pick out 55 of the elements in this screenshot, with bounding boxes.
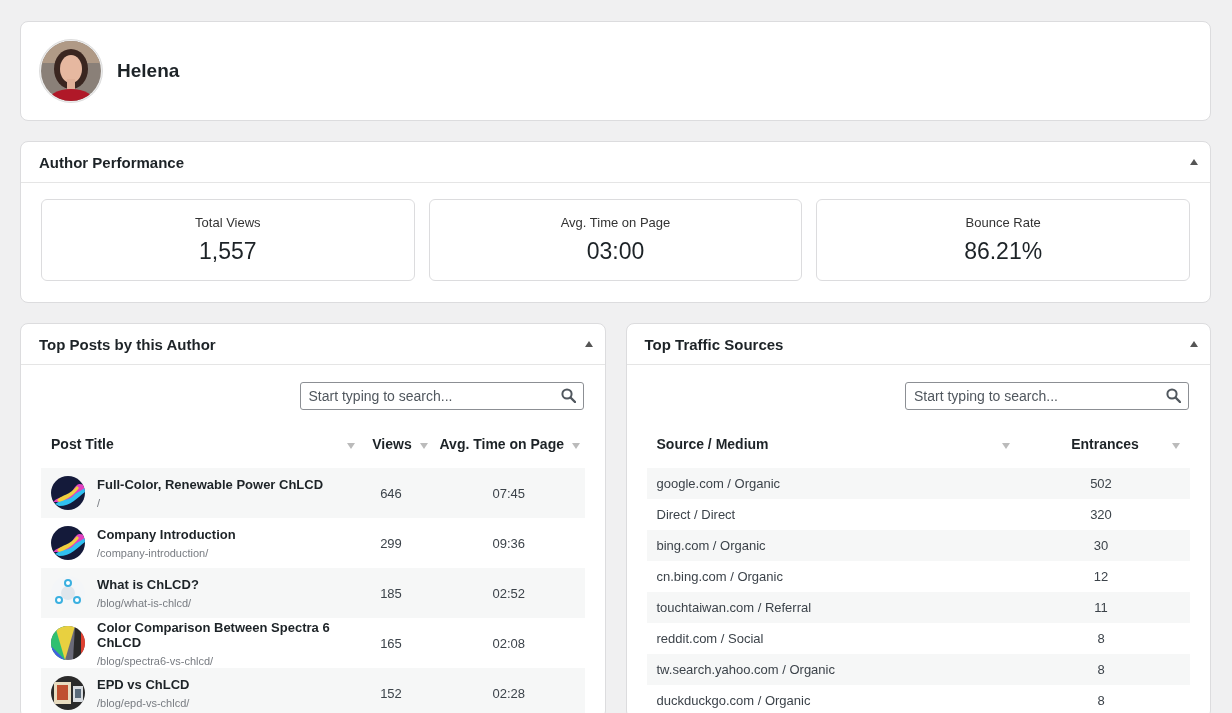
table-cell-text: tw.search.yahoo.com / Organic (655, 662, 836, 677)
table-cell-text: google.com / Organic (655, 476, 782, 491)
stat-value: 1,557 (199, 238, 257, 265)
post-path: /company-introduction/ (97, 547, 210, 559)
post-title[interactable]: What is ChLCD? (97, 577, 199, 592)
table-cell-text: cn.bing.com / Organic (655, 569, 784, 584)
table-cell-text: bing.com / Organic (655, 538, 767, 553)
table-cell-text: touchtaiwan.com / Referral (655, 600, 813, 615)
post-path: /blog/spectra6-vs-chlcd/ (97, 654, 215, 667)
column-header[interactable]: Avg. Time on Page (435, 436, 585, 452)
table-cell-text: 165 (379, 635, 403, 651)
post-path: /blog/what-is-chlcd/ (97, 597, 193, 609)
post-title[interactable]: EPD vs ChLCD (97, 677, 190, 692)
panel-title: Top Traffic Sources (644, 335, 784, 353)
stat-label: Bounce Rate (965, 215, 1041, 230)
stat-label: Avg. Time on Page (560, 215, 671, 230)
table-cell-text: 320 (1089, 507, 1113, 522)
table-cell-text: reddit.com / Social (655, 631, 765, 646)
post-path: / (97, 497, 102, 509)
search-icon[interactable] (560, 388, 576, 403)
table-cell-text: 02:52 (491, 585, 526, 601)
table-cell-text: Direct / Direct (655, 507, 737, 522)
table-cell-text: 185 (379, 585, 403, 601)
column-header[interactable]: Post Title (41, 436, 365, 452)
table-cell-text: 02:08 (491, 635, 526, 651)
post-title[interactable]: Full-Color, Renewable Power ChLCD (97, 477, 324, 492)
post-path: /blog/epd-vs-chlcd/ (97, 697, 190, 709)
stat-label: Total Views (195, 215, 261, 230)
column-header[interactable]: Entrances (1020, 436, 1190, 452)
table-cell-text: 30 (1092, 538, 1110, 553)
column-header[interactable]: Source / Medium (646, 436, 1020, 452)
table-cell-text: 07:45 (491, 485, 526, 501)
table-cell-text: 646 (379, 485, 403, 501)
table-cell-text: 299 (379, 535, 403, 551)
table-cell-text: 152 (379, 685, 403, 701)
panel-title: Top Posts by this Author (39, 335, 216, 353)
post-title[interactable]: Color Comparison Between Spectra 6 ChLCD (97, 619, 355, 650)
table-cell-text: 8 (1096, 693, 1106, 708)
post-title[interactable]: Company Introduction (97, 527, 236, 542)
table-cell-text: 8 (1096, 662, 1106, 677)
search-icon[interactable] (1166, 388, 1181, 403)
table-cell-text: 502 (1089, 476, 1113, 491)
table-cell-text: 11 (1093, 600, 1109, 615)
table-cell-text: 12 (1092, 569, 1110, 584)
stat-value: 03:00 (586, 238, 645, 265)
table-cell-text: duckduckgo.com / Organic (655, 693, 812, 708)
search-field[interactable]: Start typing to search... (905, 382, 1189, 410)
panel-title: Author Performance (39, 153, 185, 171)
search-field[interactable]: Start typing to search... (299, 382, 584, 410)
column-header[interactable]: Views (365, 436, 435, 452)
table-cell-text: 09:36 (491, 535, 526, 551)
table-cell-text: 02:28 (491, 685, 526, 701)
stat-value: 86.21% (964, 238, 1043, 265)
author-name: Helena (117, 60, 180, 82)
table-cell-text: 8 (1096, 631, 1106, 646)
